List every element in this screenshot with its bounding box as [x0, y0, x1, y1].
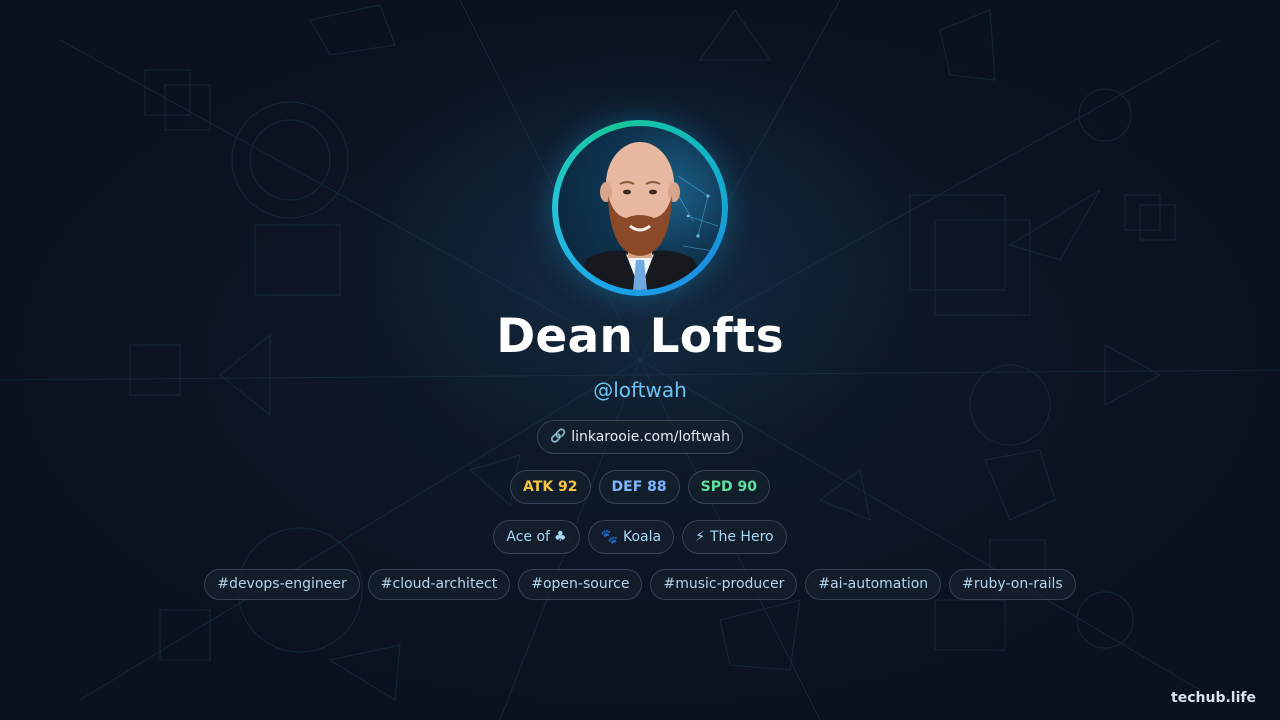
link-icon: 🔗: [550, 429, 567, 444]
tag-chip[interactable]: #ruby-on-rails: [949, 569, 1076, 600]
paw-icon: 🐾: [600, 529, 618, 545]
stat-defense: DEF 88: [598, 470, 680, 504]
profile-name: Dean Lofts: [496, 309, 784, 364]
tag-chip[interactable]: #cloud-architect: [367, 569, 511, 600]
tags-row: #devops-engineer #cloud-architect #open-…: [0, 569, 1280, 600]
profile-link-text: linkarooie.com/loftwah: [571, 429, 730, 445]
lightning-icon: ⚡: [695, 529, 705, 545]
profile-content: Dean Lofts @loftwah 🔗 linkarooie.com/lof…: [0, 0, 1280, 720]
badge-koala[interactable]: 🐾 Koala: [587, 520, 675, 554]
tag-chip[interactable]: #devops-engineer: [204, 569, 360, 600]
link-row: 🔗 linkarooie.com/loftwah: [0, 420, 1280, 454]
profile-card: Dean Lofts @loftwah 🔗 linkarooie.com/lof…: [0, 0, 1280, 720]
profile-link[interactable]: 🔗 linkarooie.com/loftwah: [537, 420, 743, 454]
badge-ace[interactable]: Ace of ♣: [493, 520, 580, 554]
badges-row: Ace of ♣ 🐾 Koala ⚡ The Hero: [0, 520, 1280, 554]
avatar: [558, 126, 722, 290]
stats-row: ATK 92 DEF 88 SPD 90: [0, 470, 1280, 504]
stat-attack: ATK 92: [510, 470, 591, 504]
club-icon: ♣: [553, 529, 567, 545]
tag-chip[interactable]: #open-source: [518, 569, 643, 600]
profile-handle[interactable]: @loftwah: [0, 377, 1280, 403]
brand-watermark[interactable]: techub.life: [1171, 690, 1256, 706]
avatar-ring: [552, 120, 728, 296]
badge-ace-label: Ace of: [506, 529, 550, 545]
stat-speed: SPD 90: [687, 470, 770, 504]
avatar-illustration: [568, 142, 719, 290]
tag-chip[interactable]: #music-producer: [650, 569, 798, 600]
tag-chip[interactable]: #ai-automation: [805, 569, 942, 600]
badge-hero[interactable]: ⚡ The Hero: [682, 520, 787, 554]
badge-koala-label: Koala: [622, 529, 662, 545]
badge-hero-label: The Hero: [709, 529, 774, 545]
